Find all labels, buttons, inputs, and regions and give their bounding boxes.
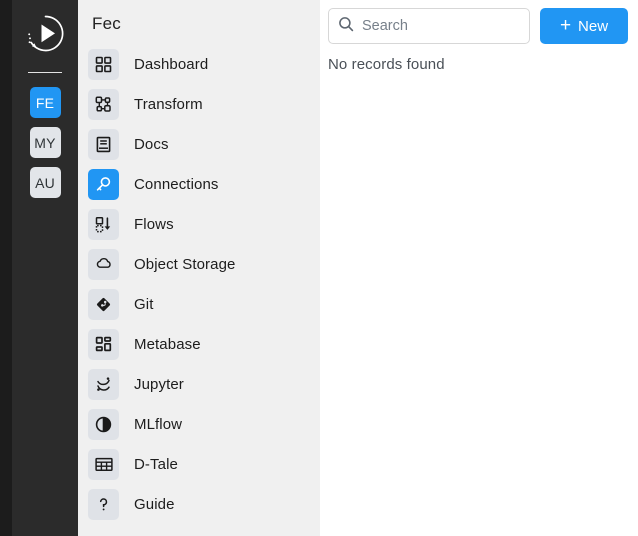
sidebar-item-flows[interactable]: Flows [78, 204, 320, 244]
workspace-rail: FE MY AU [12, 0, 78, 536]
sidebar-item-label: Docs [134, 136, 169, 153]
sidebar-item-d-tale[interactable]: D-Tale [78, 444, 320, 484]
workspace-badge-label: FE [36, 95, 54, 111]
sidebar-item-label: Metabase [134, 336, 201, 353]
workspace-badge-au[interactable]: AU [30, 167, 61, 198]
dashboard-grid-icon [88, 49, 119, 80]
sidebar-item-object-storage[interactable]: Object Storage [78, 244, 320, 284]
question-mark-icon [88, 489, 119, 520]
sidebar-item-jupyter[interactable]: Jupyter [78, 364, 320, 404]
sidebar-item-metabase[interactable]: Metabase [78, 324, 320, 364]
sidebar-item-git[interactable]: Git [78, 284, 320, 324]
sidebar-item-label: Dashboard [134, 56, 208, 73]
key-icon [88, 169, 119, 200]
new-button[interactable]: + New [540, 8, 628, 44]
transform-nodes-icon [88, 89, 119, 120]
rail-divider [28, 72, 62, 73]
rail-edge-strip [0, 0, 12, 536]
table-grid-icon [88, 449, 119, 480]
docs-book-icon [88, 129, 119, 160]
git-diamond-icon [88, 289, 119, 320]
flows-arrow-icon [88, 209, 119, 240]
sidebar-item-dashboard[interactable]: Dashboard [78, 44, 320, 84]
sidebar-item-docs[interactable]: Docs [78, 124, 320, 164]
workspace-badge-label: AU [35, 175, 55, 191]
metabase-blocks-icon [88, 329, 119, 360]
sidebar-item-label: MLflow [134, 416, 182, 433]
jupyter-orbit-icon [88, 369, 119, 400]
sidebar-item-label: D-Tale [134, 456, 178, 473]
primary-navigation: Fec Dashboard [78, 0, 320, 536]
sidebar-item-label: Git [134, 296, 153, 313]
new-button-label: New [578, 18, 608, 35]
search-input[interactable] [362, 9, 529, 43]
workspace-badge-label: MY [34, 135, 55, 151]
cloud-icon [88, 249, 119, 280]
sidebar-item-transform[interactable]: Transform [78, 84, 320, 124]
workspace-title: Fec [78, 14, 320, 44]
sidebar-item-label: Object Storage [134, 256, 235, 273]
app-root: FE MY AU Fec Dashboard [0, 0, 638, 536]
mlflow-circle-icon [88, 409, 119, 440]
workspace-badge-fe[interactable]: FE [30, 87, 61, 118]
sidebar-item-mlflow[interactable]: MLflow [78, 404, 320, 444]
search-box[interactable] [328, 8, 530, 44]
sidebar-item-guide[interactable]: Guide [78, 484, 320, 524]
app-logo[interactable] [23, 11, 68, 56]
sidebar-item-label: Guide [134, 496, 175, 513]
sidebar-item-label: Jupyter [134, 376, 184, 393]
search-icon [338, 16, 354, 37]
workspace-badge-my[interactable]: MY [30, 127, 61, 158]
sidebar-item-label: Flows [134, 216, 174, 233]
plus-icon: + [560, 16, 571, 35]
sidebar-item-label: Connections [134, 176, 219, 193]
sidebar-item-label: Transform [134, 96, 203, 113]
empty-state-message: No records found [328, 56, 628, 73]
sidebar-item-connections[interactable]: Connections [78, 164, 320, 204]
content-toolbar: + New [328, 8, 628, 44]
main-content: + New No records found [320, 0, 638, 536]
